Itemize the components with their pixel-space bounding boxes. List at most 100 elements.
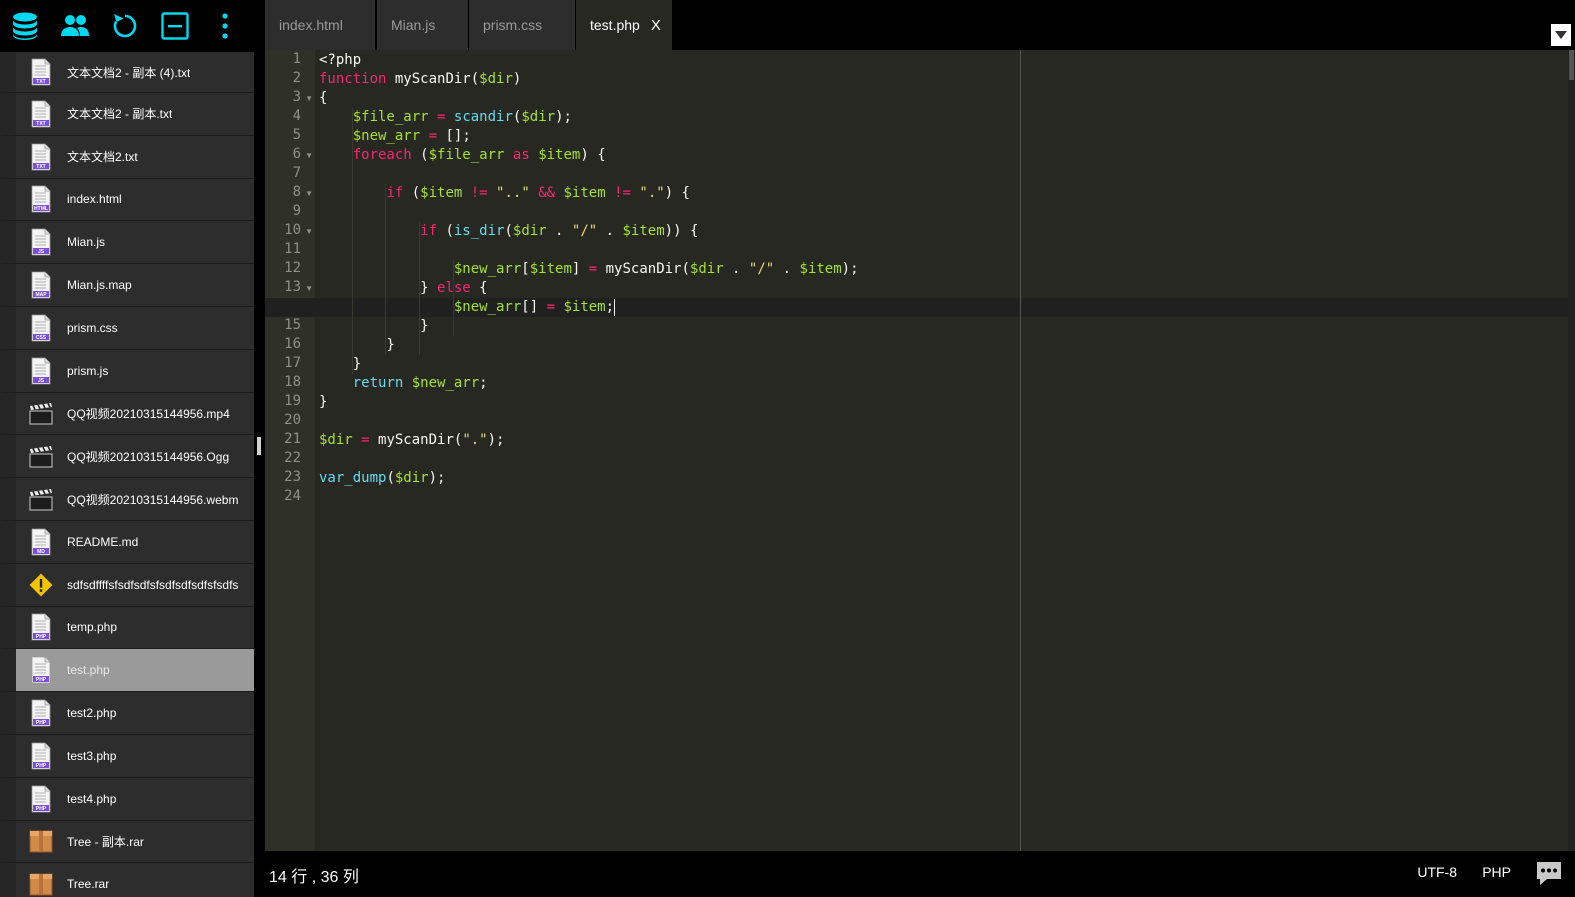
- code-token: var_dump: [319, 470, 387, 486]
- code-token: "..": [496, 185, 530, 201]
- code-token: if: [420, 223, 438, 239]
- line-number: 16: [284, 336, 301, 352]
- file-item-prism-css[interactable]: CSS prism.css: [0, 306, 254, 350]
- line-number: 19: [284, 393, 301, 409]
- file-item-test4-php[interactable]: PHP test4.php: [0, 777, 254, 821]
- code-token: $item: [622, 223, 665, 239]
- language-mode[interactable]: PHP: [1482, 864, 1511, 880]
- code-token: $item: [529, 261, 572, 277]
- code-token: (: [504, 223, 513, 239]
- file-item-test2-php[interactable]: PHP test2.php: [0, 692, 254, 735]
- html-file-icon: HTML: [28, 184, 54, 214]
- svg-text:PHP: PHP: [36, 763, 47, 769]
- file-item-tree-rar[interactable]: Tree - 副本.rar: [0, 820, 254, 864]
- file-item-test-php[interactable]: PHP test.php: [0, 649, 254, 693]
- fold-toggle-icon[interactable]: ▼: [305, 189, 313, 198]
- tab-menu-button[interactable]: [1551, 24, 1571, 46]
- code-token: [: [521, 261, 530, 277]
- file-name: sdfsdffffsfsdfsdfsfsdfsdfsdfsfsdfs: [67, 577, 239, 592]
- file-item-tree-rar[interactable]: Tree.rar: [0, 863, 254, 897]
- file-item-2-txt[interactable]: TXT 文本文档2 - 副本.txt: [0, 93, 254, 136]
- file-item-qq-20210315144956-ogg[interactable]: QQ视频20210315144956.Ogg: [0, 435, 254, 479]
- code-token: ".": [462, 432, 488, 448]
- code-token: myScanDir(: [369, 432, 463, 448]
- code-token: []: [521, 299, 547, 315]
- vertical-scrollbar[interactable]: [1568, 50, 1575, 851]
- file-item-mian-js-map[interactable]: MAP Mian.js.map: [0, 264, 254, 307]
- code-token: as: [512, 147, 530, 163]
- tab-close-button[interactable]: X: [651, 17, 661, 34]
- chat-button[interactable]: [1535, 859, 1563, 887]
- code-line: return $new_arr;: [319, 374, 488, 393]
- txt-file-icon: TXT: [28, 57, 54, 87]
- tab-label: index.html: [279, 17, 343, 33]
- fold-toggle-icon[interactable]: ▼: [305, 284, 313, 293]
- line-number: 4: [292, 108, 301, 124]
- more-vertical-icon: [222, 13, 228, 39]
- file-item-2-4-txt[interactable]: TXT 文本文档2 - 副本 (4).txt: [0, 52, 254, 93]
- database-button[interactable]: [0, 0, 50, 52]
- file-name: test3.php: [67, 748, 117, 763]
- scrollbar-thumb[interactable]: [1569, 50, 1574, 80]
- map-file-icon: MAP: [28, 270, 54, 300]
- line-number: 18: [284, 374, 301, 390]
- file-name: test.php: [67, 663, 110, 678]
- code-token: return: [352, 375, 404, 391]
- line-number: 8: [292, 184, 301, 200]
- fold-toggle-icon[interactable]: ▼: [305, 94, 313, 103]
- fold-toggle-icon[interactable]: ▼: [305, 151, 313, 160]
- code-token: myScanDir(: [386, 71, 480, 87]
- tab-mian-js[interactable]: Mian.js: [377, 0, 468, 50]
- file-name: QQ视频20210315144956.mp4: [67, 406, 230, 421]
- code-token: $item: [563, 299, 606, 315]
- code-editor[interactable]: 123▼456▼78▼910▼111213▼141516171819202122…: [265, 50, 1575, 851]
- code-token: "/": [571, 223, 598, 239]
- line-number: 6: [292, 146, 301, 162]
- file-name: Mian.js: [67, 235, 106, 250]
- code-token: ".": [639, 185, 665, 201]
- file-item-mian-js[interactable]: JS Mian.js: [0, 221, 254, 265]
- line-number: 17: [284, 355, 301, 371]
- refresh-button[interactable]: [100, 0, 150, 52]
- file-item-qq-20210315144956-mp4[interactable]: QQ视频20210315144956.mp4: [0, 392, 254, 436]
- code-token: }: [319, 280, 438, 296]
- code-token: &&: [538, 185, 556, 201]
- tab-prism-css[interactable]: prism.css: [469, 0, 575, 50]
- code-line: $new_arr[] = $item;: [319, 298, 614, 317]
- line-number: 9: [292, 203, 301, 219]
- code-token: function: [319, 71, 387, 87]
- fold-toggle-icon[interactable]: ▼: [305, 227, 313, 236]
- code-token: is_dir: [453, 223, 505, 239]
- file-item-2-txt[interactable]: TXT 文本文档2.txt: [0, 135, 254, 179]
- file-item-sdfsdffffsfsdfsdfsfsdfsdfsdfsfsdfs[interactable]: sdfsdffffsfsdfsdfsfsdfsdfsdfsfsdfs: [0, 563, 254, 607]
- code-token: !=: [614, 185, 631, 201]
- encoding-selector[interactable]: UTF-8: [1417, 864, 1457, 880]
- archive-icon: [28, 826, 54, 856]
- code-token: =: [428, 128, 438, 144]
- splitter-handle[interactable]: [257, 437, 261, 455]
- file-item-temp-php[interactable]: PHP temp.php: [0, 606, 254, 650]
- users-button[interactable]: [50, 0, 100, 52]
- file-item-qq-20210315144956-webm[interactable]: QQ视频20210315144956.webm: [0, 478, 254, 521]
- collapse-button[interactable]: [150, 0, 200, 52]
- tab-label: prism.css: [483, 17, 543, 33]
- file-item-readme-md[interactable]: MD README.md: [0, 520, 254, 564]
- cursor-position: 14 行 , 36 列: [269, 869, 359, 886]
- code-token: {: [319, 90, 328, 106]
- file-item-test3-php[interactable]: PHP test3.php: [0, 734, 254, 778]
- code-token: );: [555, 109, 572, 125]
- sidebar-splitter[interactable]: [254, 0, 265, 897]
- file-item-prism-js[interactable]: JS prism.js: [0, 349, 254, 393]
- tab-test-php[interactable]: test.php X: [576, 0, 672, 50]
- tab-index-html[interactable]: index.html: [265, 0, 375, 50]
- video-file-icon: [28, 441, 54, 471]
- code-line: }: [319, 317, 428, 336]
- more-button[interactable]: [200, 0, 250, 52]
- code-token: $item: [538, 147, 581, 163]
- file-item-index-html[interactable]: HTML index.html: [0, 178, 254, 222]
